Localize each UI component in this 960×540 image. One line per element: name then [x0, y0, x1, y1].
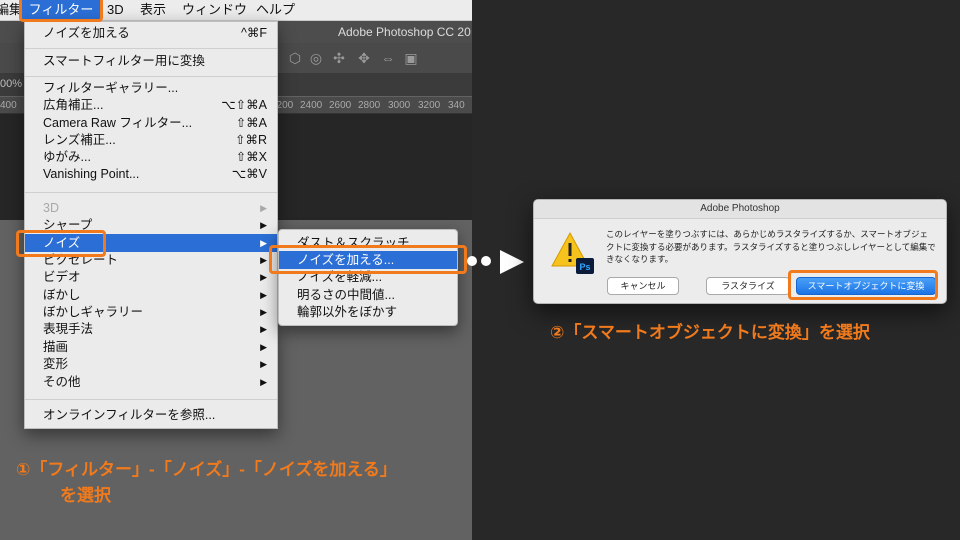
menu-item-vanishing-point[interactable]: Vanishing Point... ⌥⌘V [25, 165, 277, 183]
ruler-label: 400 [0, 100, 17, 111]
menu-item-label: レンズ補正... [43, 133, 116, 147]
submenu-item-median[interactable]: 明るさの中間値... [279, 286, 457, 304]
submenu-arrow-icon: ▶ [260, 377, 267, 387]
photoshop-badge: Ps [579, 262, 590, 272]
slide-icon[interactable]: ⇔ [379, 49, 397, 67]
menu-item-blur-gallery[interactable]: ぼかしギャラリー ▶ [25, 303, 277, 321]
menu-item-shortcut: ⌥⌘V [231, 167, 267, 181]
cancel-button[interactable]: キャンセル [607, 277, 679, 295]
submenu-arrow-icon: ▶ [260, 255, 267, 265]
submenu-arrow-icon: ▶ [260, 203, 267, 213]
orbit-icon[interactable]: ◎ [307, 49, 325, 67]
menu-item-render[interactable]: 描画 ▶ [25, 338, 277, 356]
menu-item-lens-correction[interactable]: レンズ補正... ⇧⌘R [25, 131, 277, 149]
highlight-box-add-noise [269, 245, 467, 274]
submenu-arrow-icon: ▶ [260, 359, 267, 369]
menu-item-label: 表現手法 [43, 322, 94, 336]
filter-menu: ノイズを加える ^⌘F スマートフィルター用に変換 フィルターギャラリー... 広… [24, 21, 278, 429]
menu-item-other[interactable]: その他 ▶ [25, 373, 277, 391]
menu-window[interactable]: ウィンドウ [182, 0, 247, 20]
zoom-level: 00% [0, 78, 23, 90]
pan-icon[interactable]: ✥ [355, 49, 373, 67]
submenu-arrow-icon: ▶ [260, 290, 267, 300]
highlight-box-filter-menu [19, 0, 103, 22]
menu-item-label: フィルターギャラリー... [43, 81, 179, 95]
menu-item-label: 輪郭以外をぼかす [297, 305, 398, 319]
ruler-label: 3000 [388, 100, 411, 111]
rasterize-button[interactable]: ラスタライズ [706, 277, 790, 295]
camera-icon[interactable]: ▣ [402, 49, 420, 67]
step2-caption: ②「スマートオブジェクトに変換」を選択 [550, 323, 870, 342]
menu-item-camera-raw[interactable]: Camera Raw フィルター... ⇧⌘A [25, 114, 277, 132]
menu-view[interactable]: 表示 [140, 0, 166, 20]
connector-dot [467, 256, 477, 266]
menu-item-label: ノイズを加える [43, 26, 130, 40]
menu-item-blur[interactable]: ぼかし ▶ [25, 286, 277, 304]
menu-separator [25, 48, 277, 49]
menu-item-shortcut: ^⌘F [240, 26, 267, 40]
menu-item-label: その他 [43, 375, 81, 389]
menu-item-label: 描画 [43, 340, 69, 354]
menu-item-label: 広角補正... [43, 98, 104, 112]
ruler-label: 2600 [329, 100, 352, 111]
menu-3d[interactable]: 3D [107, 0, 124, 20]
noise-submenu: ダスト＆スクラッチ... ノイズを加える... ノイズを軽減... 明るさの中間… [278, 229, 458, 326]
menu-item-distort[interactable]: 変形 ▶ [25, 355, 277, 373]
3d-mode-icon[interactable]: ⬡ [286, 49, 304, 67]
menu-item-shortcut: ⌥⇧⌘A [221, 98, 267, 112]
menu-separator [25, 76, 277, 77]
menu-item-label: オンラインフィルターを参照... [43, 408, 216, 422]
menu-separator [25, 399, 277, 400]
menu-item-browse-online[interactable]: オンラインフィルターを参照... [25, 406, 277, 424]
highlight-box-noise-item [16, 230, 106, 257]
step1-caption-line2: を選択 [60, 486, 111, 505]
menu-item-label: 変形 [43, 357, 69, 371]
menu-item-label: ぼかしギャラリー [43, 305, 144, 319]
ruler-label: 3200 [418, 100, 441, 111]
highlight-box-smart-object [788, 270, 938, 300]
menu-item-convert-smart-filter[interactable]: スマートフィルター用に変換 [25, 52, 277, 70]
menu-item-label: ぼかし [43, 288, 81, 302]
menu-item-filter-gallery[interactable]: フィルターギャラリー... [25, 79, 277, 97]
ruler-label: 2800 [358, 100, 381, 111]
menu-item-label: 明るさの中間値... [297, 288, 395, 302]
menu-item-label: スマートフィルター用に変換 [43, 54, 205, 68]
submenu-arrow-icon: ▶ [260, 220, 267, 230]
menu-item-stylize[interactable]: 表現手法 ▶ [25, 320, 277, 338]
menu-item-adaptive-wide-angle[interactable]: 広角補正... ⌥⇧⌘A [25, 96, 277, 114]
submenu-item-despeckle[interactable]: 輪郭以外をぼかす [279, 303, 457, 321]
connector-arrow-icon [500, 250, 524, 274]
menu-item-video[interactable]: ビデオ ▶ [25, 268, 277, 286]
ruler-label: 340 [448, 100, 465, 111]
menu-item-shortcut: ⇧⌘A [235, 116, 267, 130]
dialog-message: このレイヤーを塗りつぶすには、あらかじめラスタライズするか、スマートオブジェクト… [606, 229, 936, 264]
menu-separator [25, 192, 277, 193]
menu-item-shortcut: ⇧⌘R [234, 133, 267, 147]
app-title: Adobe Photoshop CC 20 [338, 25, 471, 39]
menu-item-label: ゆがみ... [43, 150, 91, 164]
submenu-arrow-icon: ▶ [260, 238, 267, 248]
menu-item-label: Camera Raw フィルター... [43, 116, 193, 130]
submenu-arrow-icon: ▶ [260, 272, 267, 282]
menu-item-label: 3D [43, 201, 59, 215]
dialog-title: Adobe Photoshop [534, 200, 946, 219]
submenu-arrow-icon: ▶ [260, 342, 267, 352]
menu-item-shortcut: ⇧⌘X [235, 150, 267, 164]
ruler-label: 2400 [300, 100, 323, 111]
submenu-arrow-icon: ▶ [260, 324, 267, 334]
connector-dot [481, 256, 491, 266]
menu-item-liquify[interactable]: ゆがみ... ⇧⌘X [25, 148, 277, 166]
menu-item-label: Vanishing Point... [43, 167, 140, 181]
menu-item-3d: 3D ▶ [25, 199, 277, 217]
submenu-arrow-icon: ▶ [260, 307, 267, 317]
menu-help[interactable]: ヘルプ [256, 0, 295, 20]
menu-item-last-filter[interactable]: ノイズを加える ^⌘F [25, 24, 277, 42]
roll-icon[interactable]: ✣ [330, 49, 348, 67]
menu-item-label: ビデオ [43, 270, 81, 284]
warning-icon: Ps [551, 231, 594, 274]
step1-caption: ①「フィルター」-「ノイズ」-「ノイズを加える」 [16, 460, 397, 479]
